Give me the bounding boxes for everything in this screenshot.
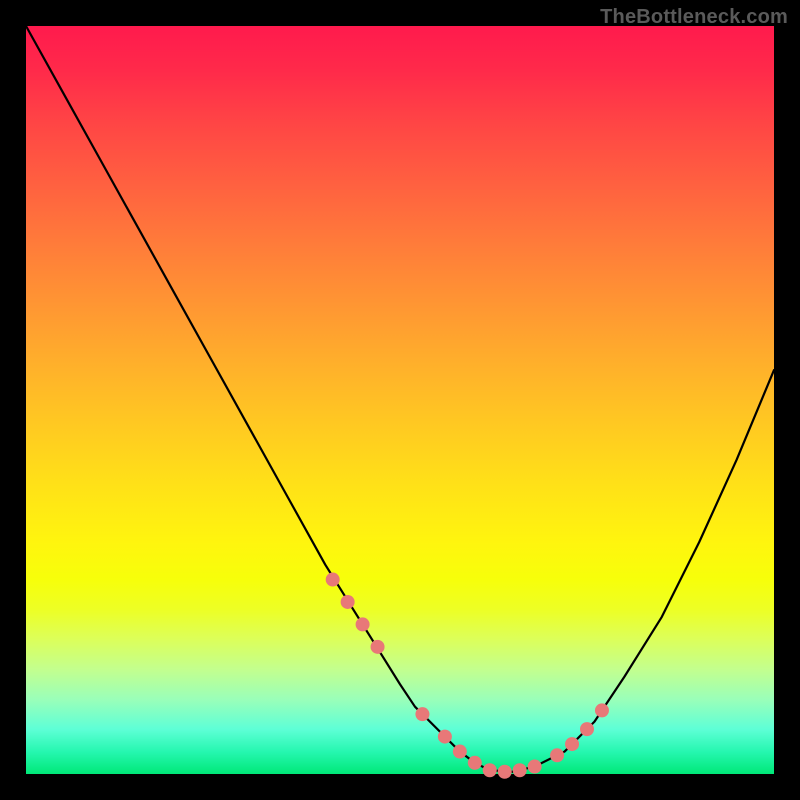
curve-markers [326,573,609,779]
marker-dot [341,595,355,609]
marker-dot [438,730,452,744]
marker-dot [356,617,370,631]
marker-dot [528,760,542,774]
curve-line [26,26,774,772]
marker-dot [550,748,564,762]
marker-dot [595,703,609,717]
marker-dot [468,756,482,770]
chart-svg [26,26,774,774]
marker-dot [371,640,385,654]
marker-dot [483,763,497,777]
marker-dot [513,763,527,777]
marker-dot [415,707,429,721]
marker-dot [565,737,579,751]
marker-dot [453,745,467,759]
plot-area [26,26,774,774]
chart-container: TheBottleneck.com [0,0,800,800]
marker-dot [498,765,512,779]
marker-dot [326,573,340,587]
marker-dot [580,722,594,736]
watermark-text: TheBottleneck.com [600,6,788,29]
